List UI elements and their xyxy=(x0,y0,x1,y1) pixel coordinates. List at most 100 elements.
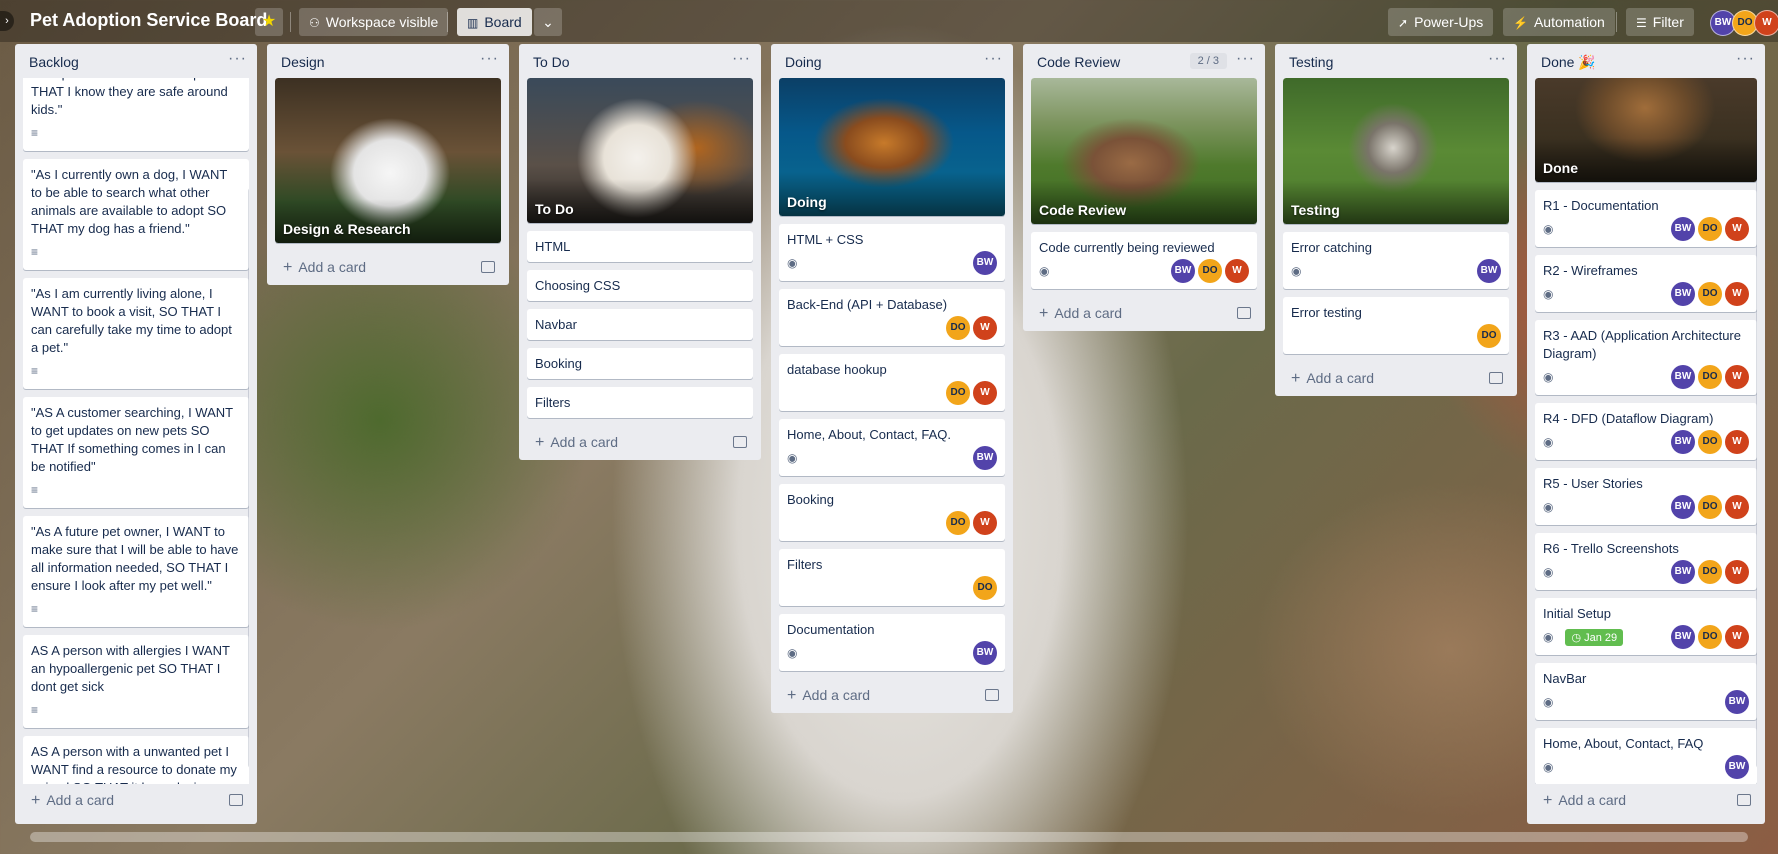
list-scrollbar[interactable] xyxy=(248,188,249,768)
more-icon[interactable]: ··· xyxy=(732,50,751,68)
avatar[interactable]: BW xyxy=(1671,495,1695,519)
avatar[interactable]: DO xyxy=(946,511,970,535)
list-title[interactable]: Done 🎉 xyxy=(1541,54,1596,71)
template-icon[interactable] xyxy=(733,436,747,448)
list-title[interactable]: Design xyxy=(281,54,325,70)
card[interactable]: R5 - User Stories ◉ BW DO W xyxy=(1535,468,1757,525)
card[interactable]: Initial Setup ◉ ◷ Jan 29 BW DO W xyxy=(1535,598,1757,655)
more-icon[interactable]: ··· xyxy=(1736,50,1755,68)
card[interactable]: Home, About, Contact, FAQ ◉ BW xyxy=(1535,728,1757,784)
avatar[interactable]: BW xyxy=(1671,430,1695,454)
card[interactable]: Documentation ◉ BW xyxy=(779,614,1005,671)
board-members[interactable]: BW DO W xyxy=(1710,10,1778,36)
avatar[interactable]: W xyxy=(1725,560,1749,584)
board-title[interactable]: Pet Adoption Service Board xyxy=(30,10,267,31)
workspace-visibility-button[interactable]: ⚇ Workspace visible xyxy=(299,8,449,36)
avatar[interactable]: BW xyxy=(1671,625,1695,649)
template-icon[interactable] xyxy=(481,261,495,273)
avatar[interactable]: BW xyxy=(1671,217,1695,241)
board-view-button[interactable]: ▥ Board xyxy=(457,8,532,36)
card[interactable]: "As I am currently living alone, I WANT … xyxy=(23,278,249,389)
card[interactable]: HTML + CSS ◉ BW xyxy=(779,224,1005,281)
card-with-cover[interactable]: Done xyxy=(1535,78,1757,182)
more-icon[interactable]: ··· xyxy=(1236,50,1255,68)
card[interactable]: Home, About, Contact, FAQ. ◉ BW xyxy=(779,419,1005,476)
card[interactable]: Booking DO W xyxy=(779,484,1005,541)
card[interactable]: AS A person with allergies I WANT an hyp… xyxy=(23,635,249,728)
card[interactable]: Filters xyxy=(527,387,753,418)
board-horizontal-scrollbar[interactable] xyxy=(30,832,1748,842)
avatar[interactable]: DO xyxy=(1198,259,1222,283)
card[interactable]: "As A future pet owner, I WANT to make s… xyxy=(23,516,249,627)
avatar[interactable]: W xyxy=(1725,495,1749,519)
avatar[interactable]: BW xyxy=(1671,365,1695,389)
card[interactable]: AS A person with a unwanted pet I WANT f… xyxy=(23,736,249,784)
filter-button[interactable]: ☰ Filter xyxy=(1626,8,1694,36)
avatar[interactable]: BW xyxy=(1671,282,1695,306)
card[interactable]: Error testing DO xyxy=(1283,297,1509,354)
avatar[interactable]: W xyxy=(973,316,997,340)
more-icon[interactable]: ··· xyxy=(984,50,1003,68)
card[interactable]: database hookup DO W xyxy=(779,354,1005,411)
avatar[interactable]: BW xyxy=(973,446,997,470)
avatar[interactable]: DO xyxy=(1477,324,1501,348)
more-icon[interactable]: ··· xyxy=(1488,50,1507,68)
avatar[interactable]: W xyxy=(1725,365,1749,389)
avatar[interactable]: BW xyxy=(1171,259,1195,283)
avatar[interactable]: BW xyxy=(1671,560,1695,584)
template-icon[interactable] xyxy=(1489,372,1503,384)
automation-button[interactable]: ⚡ Automation xyxy=(1503,8,1615,36)
star-icon[interactable]: ★ xyxy=(255,8,283,36)
avatar[interactable]: BW xyxy=(973,641,997,665)
card[interactable]: "AS A customer searching, I WANT to get … xyxy=(23,397,249,508)
card[interactable]: Code currently being reviewed ◉ BW DO W xyxy=(1031,232,1257,289)
avatar[interactable]: DO xyxy=(973,576,997,600)
list-title[interactable]: Backlog xyxy=(29,54,79,70)
avatar[interactable]: BW xyxy=(973,251,997,275)
card[interactable]: R1 - Documentation ◉ BW DO W xyxy=(1535,190,1757,247)
avatar[interactable]: DO xyxy=(1698,495,1722,519)
sidebar-expand-icon[interactable]: › xyxy=(0,11,14,31)
template-icon[interactable] xyxy=(985,689,999,701)
avatar[interactable]: W xyxy=(1725,430,1749,454)
add-card-button[interactable]: + Add a card xyxy=(527,426,753,460)
avatar[interactable]: W xyxy=(1725,282,1749,306)
card-with-cover[interactable]: Code Review xyxy=(1031,78,1257,224)
list-title[interactable]: To Do xyxy=(533,54,570,70)
list-title[interactable]: Testing xyxy=(1289,54,1333,70)
list-title[interactable]: Doing xyxy=(785,54,822,70)
card[interactable]: Booking xyxy=(527,348,753,379)
add-card-button[interactable]: + Add a card xyxy=(1031,297,1257,331)
card[interactable]: Choosing CSS xyxy=(527,270,753,301)
add-card-button[interactable]: + Add a card xyxy=(23,784,249,818)
avatar[interactable]: W xyxy=(1225,259,1249,283)
avatar[interactable]: W xyxy=(1725,217,1749,241)
add-card-button[interactable]: + Add a card xyxy=(779,679,1005,713)
card-with-cover[interactable]: Testing xyxy=(1283,78,1509,224)
card[interactable]: R6 - Trello Screenshots ◉ BW DO W xyxy=(1535,533,1757,590)
card[interactable]: R2 - Wireframes ◉ BW DO W xyxy=(1535,255,1757,312)
avatar[interactable]: DO xyxy=(1698,217,1722,241)
card[interactable]: "As I currently own a dog, I WANT to be … xyxy=(23,159,249,270)
list-title[interactable]: Code Review xyxy=(1037,54,1120,70)
avatar[interactable]: DO xyxy=(946,381,970,405)
card[interactable]: HTML xyxy=(527,231,753,262)
card-with-cover[interactable]: Doing xyxy=(779,78,1005,216)
avatar[interactable]: DO xyxy=(1698,365,1722,389)
add-card-button[interactable]: + Add a card xyxy=(1283,362,1509,396)
add-card-button[interactable]: + Add a card xyxy=(1535,784,1757,818)
template-icon[interactable] xyxy=(229,794,243,806)
card-with-cover[interactable]: Design & Research xyxy=(275,78,501,243)
avatar[interactable]: BW xyxy=(1725,755,1749,779)
card[interactable]: Filters DO xyxy=(779,549,1005,606)
chevron-down-icon[interactable]: ⌄ xyxy=(534,8,562,36)
avatar[interactable]: BW xyxy=(1725,690,1749,714)
powerups-button[interactable]: ➚ Power-Ups xyxy=(1388,8,1494,36)
avatar[interactable]: BW xyxy=(1477,259,1501,283)
card[interactable]: R4 - DFD (Dataflow Diagram) ◉ BW DO W xyxy=(1535,403,1757,460)
card[interactable]: R3 - AAD (Application Architecture Diagr… xyxy=(1535,320,1757,395)
card[interactable]: NavBar ◉ BW xyxy=(1535,663,1757,720)
template-icon[interactable] xyxy=(1737,794,1751,806)
due-date-badge[interactable]: ◷ Jan 29 xyxy=(1565,628,1624,646)
avatar[interactable]: W xyxy=(1725,625,1749,649)
